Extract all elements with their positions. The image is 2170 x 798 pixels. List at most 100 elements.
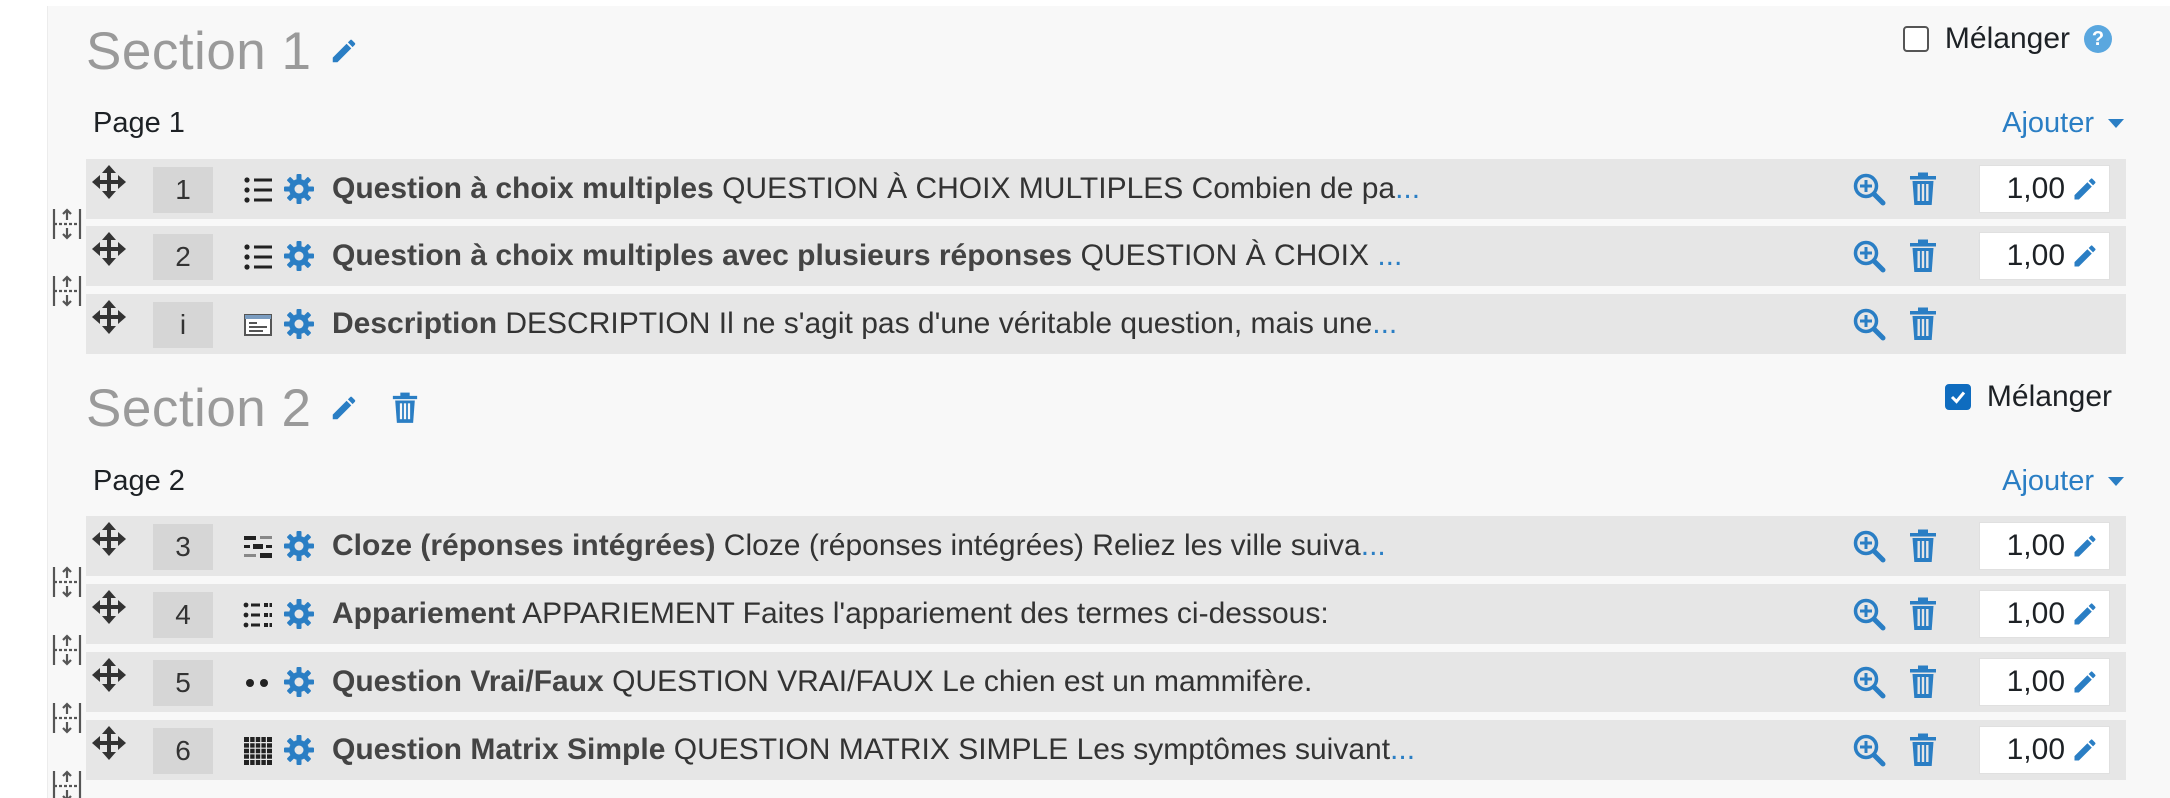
section-title: Section 2 bbox=[86, 378, 312, 438]
max-mark-value: 1,00 bbox=[2006, 529, 2065, 562]
move-icon[interactable] bbox=[92, 726, 126, 760]
question-name: Question Vrai/Faux bbox=[332, 665, 604, 698]
shuffle-label: Mélanger bbox=[1986, 380, 2112, 413]
shuffle-toggle[interactable]: Mélanger bbox=[1944, 380, 2112, 414]
preview-zoom-icon[interactable] bbox=[1852, 665, 1886, 699]
question-number: 3 bbox=[153, 524, 213, 570]
add-label: Ajouter bbox=[2002, 107, 2094, 139]
gear-icon[interactable] bbox=[283, 240, 315, 272]
edit-section-title-pencil-icon[interactable] bbox=[329, 33, 365, 69]
question-text[interactable]: Question Vrai/Faux QUESTION VRAI/FAUX Le… bbox=[332, 652, 1312, 712]
max-mark-value: 1,00 bbox=[2006, 172, 2065, 205]
page-break-toggle-icon[interactable] bbox=[51, 565, 83, 599]
question-row: i Description DESCRIPTION Il ne s'agit p… bbox=[86, 294, 2126, 354]
move-icon[interactable] bbox=[92, 300, 126, 334]
edit-mark-pencil-icon[interactable] bbox=[2071, 668, 2099, 696]
edit-section-title-pencil-icon[interactable] bbox=[329, 390, 365, 426]
preview-zoom-icon[interactable] bbox=[1852, 597, 1886, 631]
question-text[interactable]: Description DESCRIPTION Il ne s'agit pas… bbox=[332, 294, 1397, 354]
delete-trash-icon[interactable] bbox=[1908, 665, 1938, 699]
delete-trash-icon[interactable] bbox=[1908, 733, 1938, 767]
question-ellipsis: ... bbox=[1395, 172, 1421, 205]
move-icon[interactable] bbox=[92, 590, 126, 624]
question-number: i bbox=[153, 302, 213, 348]
gear-icon[interactable] bbox=[283, 308, 315, 340]
gear-icon[interactable] bbox=[283, 530, 315, 562]
question-ellipsis: ... bbox=[1372, 307, 1398, 340]
move-icon[interactable] bbox=[92, 658, 126, 692]
question-row: 4 Appariement APPARIEMENT Faites l'appar… bbox=[86, 584, 2126, 644]
question-ellipsis: ... bbox=[1377, 239, 1403, 272]
section-2-header: Section 2 bbox=[86, 373, 427, 443]
preview-zoom-icon[interactable] bbox=[1852, 307, 1886, 341]
max-mark-editor[interactable]: 1,00 bbox=[1979, 165, 2110, 213]
max-mark-value: 1,00 bbox=[2006, 665, 2065, 698]
add-label: Ajouter bbox=[2002, 465, 2094, 497]
edit-mark-pencil-icon[interactable] bbox=[2071, 600, 2099, 628]
delete-trash-icon[interactable] bbox=[1908, 529, 1938, 563]
delete-trash-icon[interactable] bbox=[1908, 239, 1938, 273]
max-mark-editor[interactable]: 1,00 bbox=[1979, 522, 2110, 570]
question-summary: QUESTION À CHOIX MULTIPLES Combien de pa bbox=[722, 172, 1396, 205]
add-menu-dropdown[interactable]: Ajouter bbox=[2002, 107, 2124, 140]
max-mark-value: 1,00 bbox=[2006, 733, 2065, 766]
add-menu-dropdown[interactable]: Ajouter bbox=[2002, 465, 2124, 498]
edit-mark-pencil-icon[interactable] bbox=[2071, 532, 2099, 560]
preview-zoom-icon[interactable] bbox=[1852, 733, 1886, 767]
move-icon[interactable] bbox=[92, 165, 126, 199]
delete-trash-icon[interactable] bbox=[1908, 172, 1938, 206]
move-icon[interactable] bbox=[92, 522, 126, 556]
shuffle-checkbox[interactable] bbox=[1902, 26, 1929, 52]
edit-mark-pencil-icon[interactable] bbox=[2071, 242, 2099, 270]
delete-trash-icon[interactable] bbox=[1908, 597, 1938, 631]
move-icon[interactable] bbox=[92, 232, 126, 266]
question-text[interactable]: Question Matrix Simple QUESTION MATRIX S… bbox=[332, 720, 1415, 780]
gear-icon[interactable] bbox=[283, 598, 315, 630]
question-summary: QUESTION VRAI/FAUX Le chien est un mammi… bbox=[612, 665, 1313, 698]
edit-mark-pencil-icon[interactable] bbox=[2071, 736, 2099, 764]
caret-down-icon bbox=[2108, 477, 2124, 486]
page-break-toggle-icon[interactable] bbox=[51, 274, 83, 308]
preview-zoom-icon[interactable] bbox=[1852, 239, 1886, 273]
page-label: Page 2 bbox=[93, 465, 185, 497]
page-break-toggle-icon[interactable] bbox=[51, 207, 83, 241]
question-name: Appariement bbox=[332, 597, 516, 630]
max-mark-editor[interactable]: 1,00 bbox=[1979, 658, 2110, 706]
preview-zoom-icon[interactable] bbox=[1852, 529, 1886, 563]
question-summary: Cloze (réponses intégrées) Reliez les vi… bbox=[723, 529, 1361, 562]
question-text[interactable]: Question à choix multiples avec plusieur… bbox=[332, 226, 1402, 286]
help-icon[interactable]: ? bbox=[2084, 25, 2112, 53]
page-break-toggle-icon[interactable] bbox=[51, 769, 83, 798]
gear-icon[interactable] bbox=[283, 734, 315, 766]
page-label: Page 1 bbox=[93, 107, 185, 139]
max-mark-editor[interactable]: 1,00 bbox=[1979, 232, 2110, 280]
gear-icon[interactable] bbox=[283, 173, 315, 205]
max-mark-editor[interactable]: 1,00 bbox=[1979, 726, 2110, 774]
question-number: 6 bbox=[153, 728, 213, 774]
question-number: 1 bbox=[153, 167, 213, 213]
max-mark-editor[interactable]: 1,00 bbox=[1979, 590, 2110, 638]
multichoice-icon bbox=[243, 175, 273, 205]
question-text[interactable]: Question à choix multiples QUESTION À CH… bbox=[332, 159, 1420, 219]
matrix-icon bbox=[243, 736, 273, 766]
question-name: Cloze (réponses intégrées) bbox=[332, 529, 716, 562]
preview-zoom-icon[interactable] bbox=[1852, 172, 1886, 206]
edit-mark-pencil-icon[interactable] bbox=[2071, 175, 2099, 203]
checkmark-icon bbox=[1950, 391, 1966, 404]
question-row: 5 Question Vrai/Faux QUESTION VRAI/FAUX … bbox=[86, 652, 2126, 712]
page-break-toggle-icon[interactable] bbox=[51, 701, 83, 735]
section-title: Section 1 bbox=[86, 21, 312, 81]
gear-icon[interactable] bbox=[283, 666, 315, 698]
page-break-toggle-icon[interactable] bbox=[51, 633, 83, 667]
question-summary: QUESTION À CHOIX bbox=[1080, 239, 1378, 272]
question-text[interactable]: Cloze (réponses intégrées) Cloze (répons… bbox=[332, 516, 1386, 576]
shuffle-checkbox[interactable] bbox=[1944, 384, 1971, 410]
question-row: 1 Question à choix multiples QUESTION À … bbox=[86, 159, 2126, 219]
delete-section-trash-icon[interactable] bbox=[391, 390, 427, 426]
shuffle-toggle[interactable]: Mélanger ? bbox=[1902, 22, 2112, 56]
question-name: Question à choix multiples avec plusieur… bbox=[332, 239, 1073, 272]
caret-down-icon bbox=[2108, 119, 2124, 128]
question-text[interactable]: Appariement APPARIEMENT Faites l'apparie… bbox=[332, 584, 1329, 644]
delete-trash-icon[interactable] bbox=[1908, 307, 1938, 341]
question-summary: QUESTION MATRIX SIMPLE Les symptômes sui… bbox=[673, 733, 1391, 766]
